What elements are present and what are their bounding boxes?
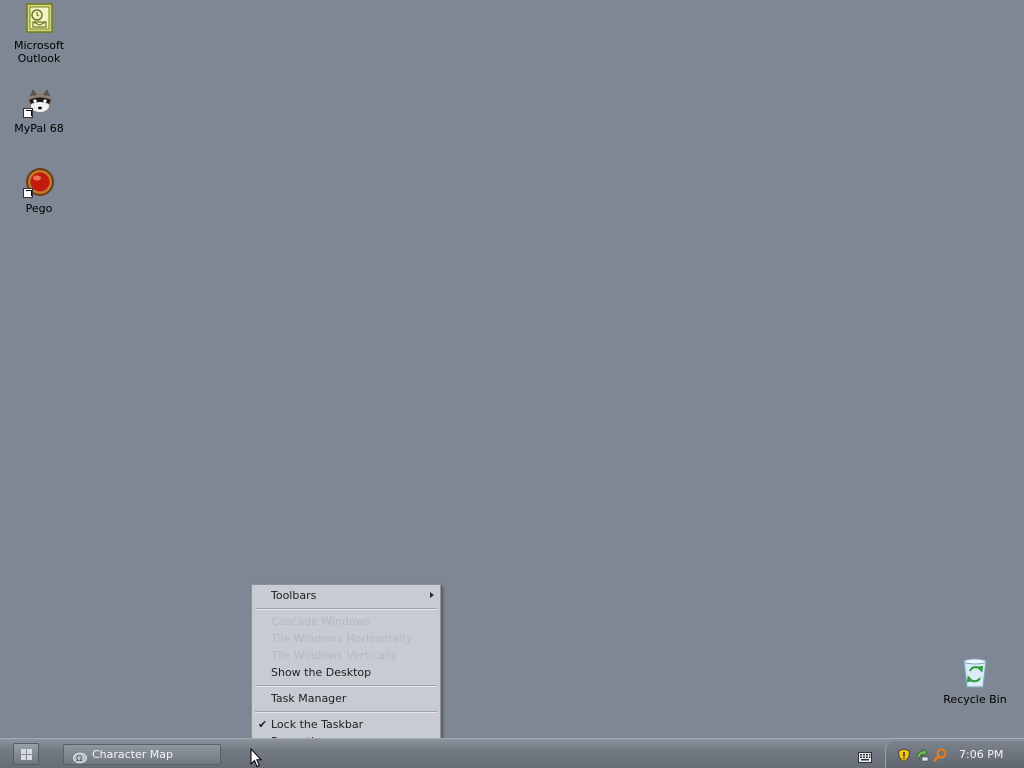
menu-item-label: Lock the Taskbar — [271, 718, 364, 731]
security-shield-icon[interactable] — [897, 747, 911, 762]
menu-item-label: Task Manager — [271, 692, 347, 705]
menu-item-tile-vertically: Tile Windows Vertically — [252, 647, 440, 664]
shortcut-arrow-icon — [23, 188, 33, 198]
menu-separator — [255, 711, 437, 713]
desktop-icon-microsoft-outlook[interactable]: Microsoft Outlook — [1, 3, 77, 65]
desktop-icon-label: Pego — [25, 202, 53, 215]
mouse-pointer-icon — [250, 747, 263, 768]
outlook-icon — [23, 3, 55, 35]
raccoon-icon — [23, 86, 55, 118]
menu-item-label: Cascade Windows — [271, 615, 371, 628]
grid-icon — [21, 749, 32, 760]
recycle-bin-icon — [959, 657, 991, 689]
keyboard-icon[interactable] — [858, 748, 872, 763]
checkmark-icon: ✔ — [258, 718, 268, 731]
taskbar-context-menu: Toolbars Cascade Windows Tile Windows Ho… — [251, 584, 441, 753]
menu-item-toolbars[interactable]: Toolbars — [252, 587, 440, 604]
desktop: Microsoft Outlook MyPal 68 Pego Recycle … — [0, 0, 1024, 738]
desktop-icon-pego[interactable]: Pego — [1, 166, 77, 215]
menu-item-label: Tile Windows Horizontally — [271, 632, 413, 645]
desktop-icon-recycle-bin[interactable]: Recycle Bin — [937, 657, 1013, 706]
system-tray: 7:06 PM — [885, 741, 1024, 768]
menu-item-lock-taskbar[interactable]: ✔ Lock the Taskbar — [252, 716, 440, 733]
submenu-arrow-icon — [430, 592, 434, 598]
menu-item-label: Tile Windows Vertically — [271, 649, 398, 662]
taskbar-button-label: Character Map — [92, 748, 174, 761]
network-icon[interactable] — [915, 747, 929, 762]
menu-separator — [255, 608, 437, 610]
desktop-icon-mypal-68[interactable]: MyPal 68 — [1, 86, 77, 135]
shortcut-arrow-icon — [23, 108, 33, 118]
menu-item-show-desktop[interactable]: Show the Desktop — [252, 664, 440, 681]
taskbar-button-character-map[interactable]: Ω Character Map — [63, 744, 221, 765]
desktop-icon-label: Microsoft Outlook — [13, 39, 65, 65]
desktop-icon-label: MyPal 68 — [14, 122, 64, 135]
search-icon[interactable] — [933, 747, 947, 762]
taskbar: Ω Character Map 7:06 PM — [0, 738, 1024, 768]
menu-item-tile-horizontally: Tile Windows Horizontally — [252, 630, 440, 647]
pego-icon — [23, 166, 55, 198]
desktop-icon-label: Recycle Bin — [943, 693, 1007, 706]
menu-item-label: Show the Desktop — [271, 666, 372, 679]
menu-item-cascade-windows: Cascade Windows — [252, 613, 440, 630]
svg-text:Ω: Ω — [76, 754, 82, 763]
menu-item-label: Toolbars — [271, 589, 317, 602]
start-button[interactable] — [13, 743, 39, 765]
menu-item-task-manager[interactable]: Task Manager — [252, 690, 440, 707]
menu-separator — [255, 685, 437, 687]
character-map-icon: Ω — [73, 749, 87, 763]
clock[interactable]: 7:06 PM — [959, 741, 1003, 768]
